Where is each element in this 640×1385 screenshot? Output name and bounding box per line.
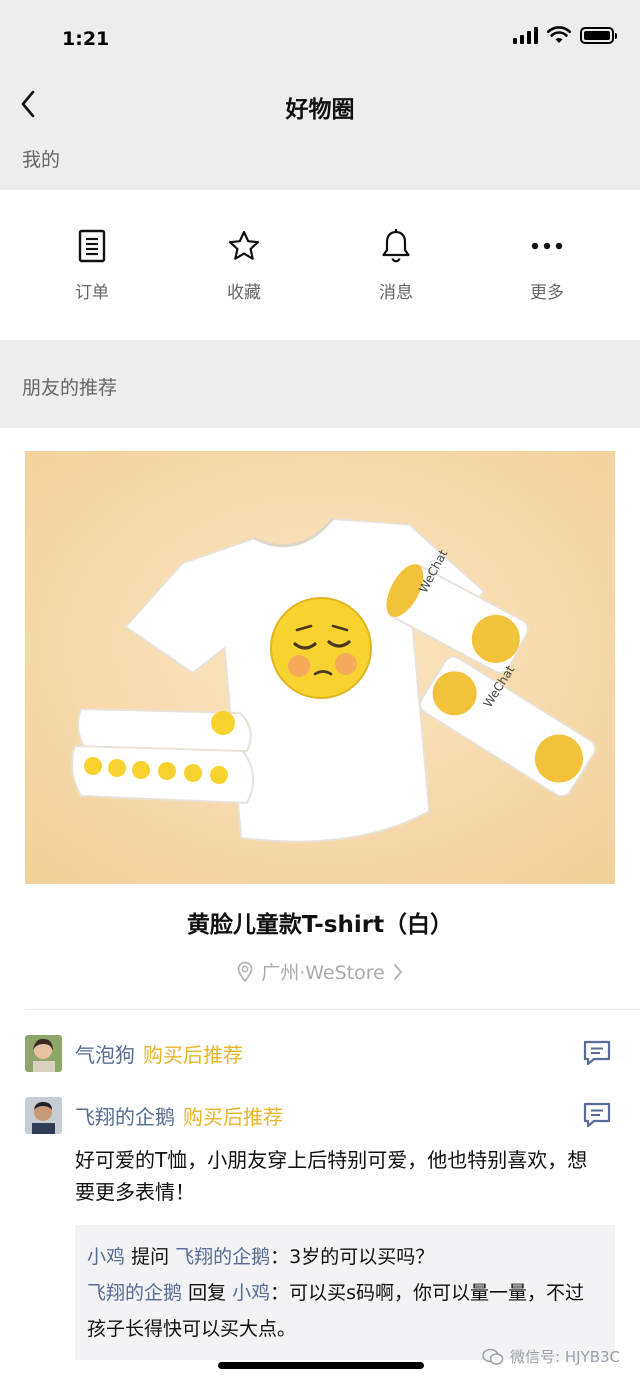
- reply-target[interactable]: 小鸡: [232, 1282, 270, 1304]
- quick-actions: 订单 收藏 消息 更多: [0, 190, 640, 340]
- comment-button[interactable]: [581, 1099, 613, 1131]
- wifi-icon: [547, 26, 571, 43]
- tshirt-photo: WeChat WeChat: [25, 451, 615, 884]
- watermark-text: 微信号: HJYB3C: [510, 1348, 620, 1366]
- messages-button[interactable]: 消息: [336, 226, 456, 303]
- user-name[interactable]: 飞翔的企鹅: [75, 1101, 175, 1130]
- recommendation-item: 气泡狗 购买后推荐: [25, 1034, 615, 1072]
- reply-user[interactable]: 小鸡: [87, 1246, 125, 1268]
- reply-line[interactable]: 飞翔的企鹅 回复 小鸡：可以买s码啊，你可以量一量，不过孩子长得快可以买大点。: [87, 1275, 603, 1347]
- favorites-label: 收藏: [227, 283, 261, 303]
- reply-verb: 提问: [131, 1246, 170, 1268]
- watermark: 微信号: HJYB3C: [482, 1346, 620, 1367]
- recommendation-text: 好可爱的T恤，小朋友穿上后特别可爱，他也特别喜欢，想要更多表情！: [75, 1148, 588, 1204]
- friends-section-label: 朋友的推荐: [0, 340, 640, 428]
- wechat-icon: [482, 1348, 504, 1365]
- user-name[interactable]: 气泡狗: [75, 1039, 135, 1068]
- orders-button[interactable]: 订单: [32, 226, 152, 303]
- product-image[interactable]: WeChat WeChat: [25, 451, 615, 884]
- status-icons: [513, 26, 617, 44]
- recommendation-item: 飞翔的企鹅 购买后推荐 好可爱的T恤，小朋友穿上后特别可爱，他也特别喜欢，想要更…: [25, 1096, 615, 1208]
- comment-icon: [583, 1102, 611, 1128]
- reply-target[interactable]: 飞翔的企鹅: [175, 1246, 270, 1268]
- favorites-button[interactable]: 收藏: [184, 226, 304, 303]
- home-indicator: [218, 1362, 424, 1369]
- reply-text: ：3岁的可以买吗？: [270, 1246, 435, 1268]
- nav-bar: 好物圈: [0, 80, 640, 130]
- comment-icon: [583, 1040, 611, 1066]
- orders-label: 订单: [75, 283, 109, 303]
- location-pin-icon: [237, 961, 253, 982]
- page-title: 好物圈: [285, 97, 355, 123]
- my-section-label: 我的: [0, 130, 640, 190]
- bell-icon: [382, 229, 410, 263]
- reply-user[interactable]: 飞翔的企鹅: [87, 1282, 182, 1304]
- signal-icon: [513, 26, 538, 44]
- comment-button[interactable]: [581, 1037, 613, 1069]
- more-button[interactable]: 更多: [487, 226, 607, 303]
- reply-thread: 小鸡 提问 飞翔的企鹅：3岁的可以买吗？ 飞翔的企鹅 回复 小鸡：可以买s码啊，…: [75, 1225, 615, 1360]
- status-bar: 1:21: [0, 0, 640, 80]
- star-icon: [228, 230, 260, 260]
- more-label: 更多: [530, 283, 564, 303]
- chevron-right-icon: [393, 963, 402, 980]
- reply-line[interactable]: 小鸡 提问 飞翔的企鹅：3岁的可以买吗？: [87, 1239, 603, 1275]
- product-location[interactable]: 广州·WeStore: [0, 958, 640, 985]
- avatar[interactable]: [25, 1096, 62, 1134]
- emoji-face: [270, 597, 372, 699]
- more-dots-icon: [531, 242, 563, 250]
- product-title[interactable]: 黄脸儿童款T-shirt（白）: [0, 905, 640, 939]
- rec-tag: 购买后推荐: [183, 1104, 283, 1129]
- avatar[interactable]: [25, 1034, 62, 1072]
- messages-label: 消息: [379, 283, 413, 303]
- divider: [25, 1009, 640, 1010]
- order-list-icon: [78, 229, 106, 263]
- location-text: 广州·WeStore: [261, 962, 385, 984]
- reply-verb: 回复: [188, 1282, 227, 1304]
- status-time: 1:21: [62, 28, 110, 50]
- battery-icon: [580, 26, 617, 44]
- rec-tag: 购买后推荐: [143, 1042, 243, 1067]
